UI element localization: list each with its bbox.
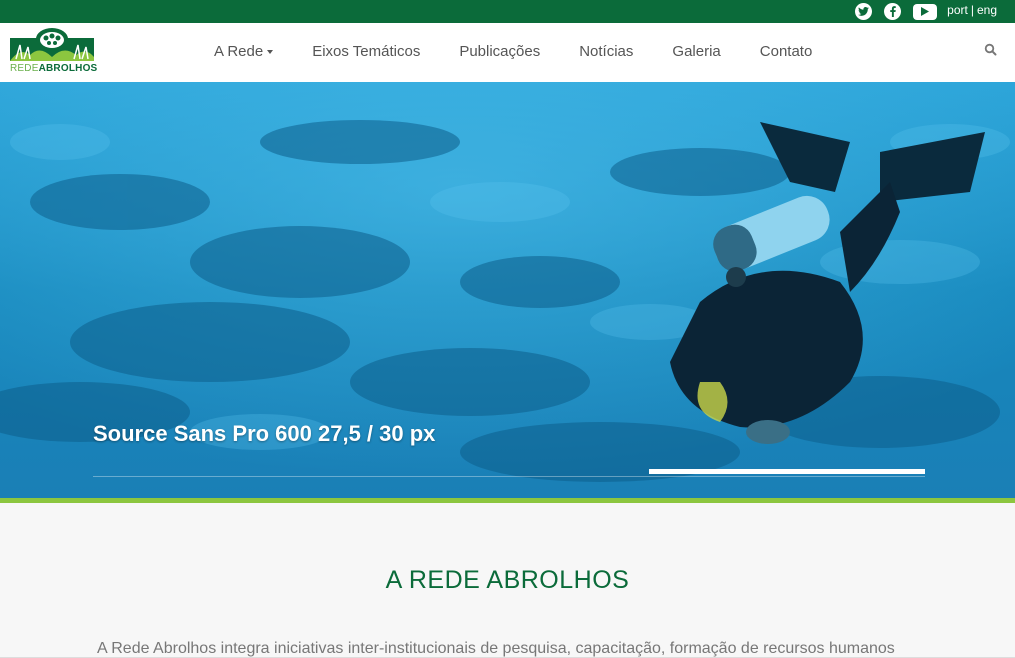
section-title: A REDE ABROLHOS: [385, 566, 630, 594]
twitter-icon[interactable]: [855, 3, 872, 20]
nav-item-publicacoes[interactable]: Publicações: [459, 43, 540, 60]
chevron-down-icon: [267, 50, 274, 55]
main-navbar: REDEABROLHOS A Rede Eixos Temáticos Publ…: [0, 23, 1015, 82]
top-bar: port | eng: [0, 0, 1015, 23]
lang-port-link[interactable]: port: [947, 3, 968, 17]
about-section: A REDE ABROLHOS A Rede Abrolhos integra …: [0, 503, 1015, 658]
logo-text-abrolhos: ABROLHOS: [38, 63, 98, 74]
youtube-icon[interactable]: [913, 3, 937, 20]
social-links: [855, 3, 937, 20]
nav-item-galeria[interactable]: Galeria: [672, 43, 720, 60]
nav-item-a-rede[interactable]: A Rede: [214, 43, 274, 60]
logo-text-rede: REDE: [10, 63, 39, 74]
slider-progress-indicator[interactable]: [649, 469, 925, 474]
nav-item-noticias[interactable]: Notícias: [579, 43, 633, 60]
search-icon: [984, 43, 997, 56]
nav-label-a-rede: A Rede: [214, 43, 264, 60]
search-button[interactable]: [984, 43, 998, 57]
hero-caption: Source Sans Pro 600 27,5 / 30 px: [93, 421, 436, 446]
lang-eng-link[interactable]: eng: [977, 3, 997, 17]
hero-slider: Source Sans Pro 600 27,5 / 30 px: [0, 82, 1015, 498]
rede-abrolhos-logo[interactable]: REDEABROLHOS: [10, 27, 97, 75]
section-intro-text: A Rede Abrolhos integra iniciativas inte…: [97, 640, 895, 657]
slider-track: [93, 476, 925, 477]
nav-item-eixos-tematicos[interactable]: Eixos Temáticos: [312, 43, 420, 60]
logo-text: REDEABROLHOS: [10, 63, 97, 74]
primary-nav: A Rede Eixos Temáticos Publicações Notíc…: [214, 43, 851, 60]
lang-separator: |: [970, 3, 974, 17]
language-switcher: port | eng: [947, 3, 997, 17]
facebook-icon[interactable]: [884, 3, 901, 20]
nav-item-contato[interactable]: Contato: [760, 43, 813, 60]
logo-mark-icon: [10, 28, 94, 61]
